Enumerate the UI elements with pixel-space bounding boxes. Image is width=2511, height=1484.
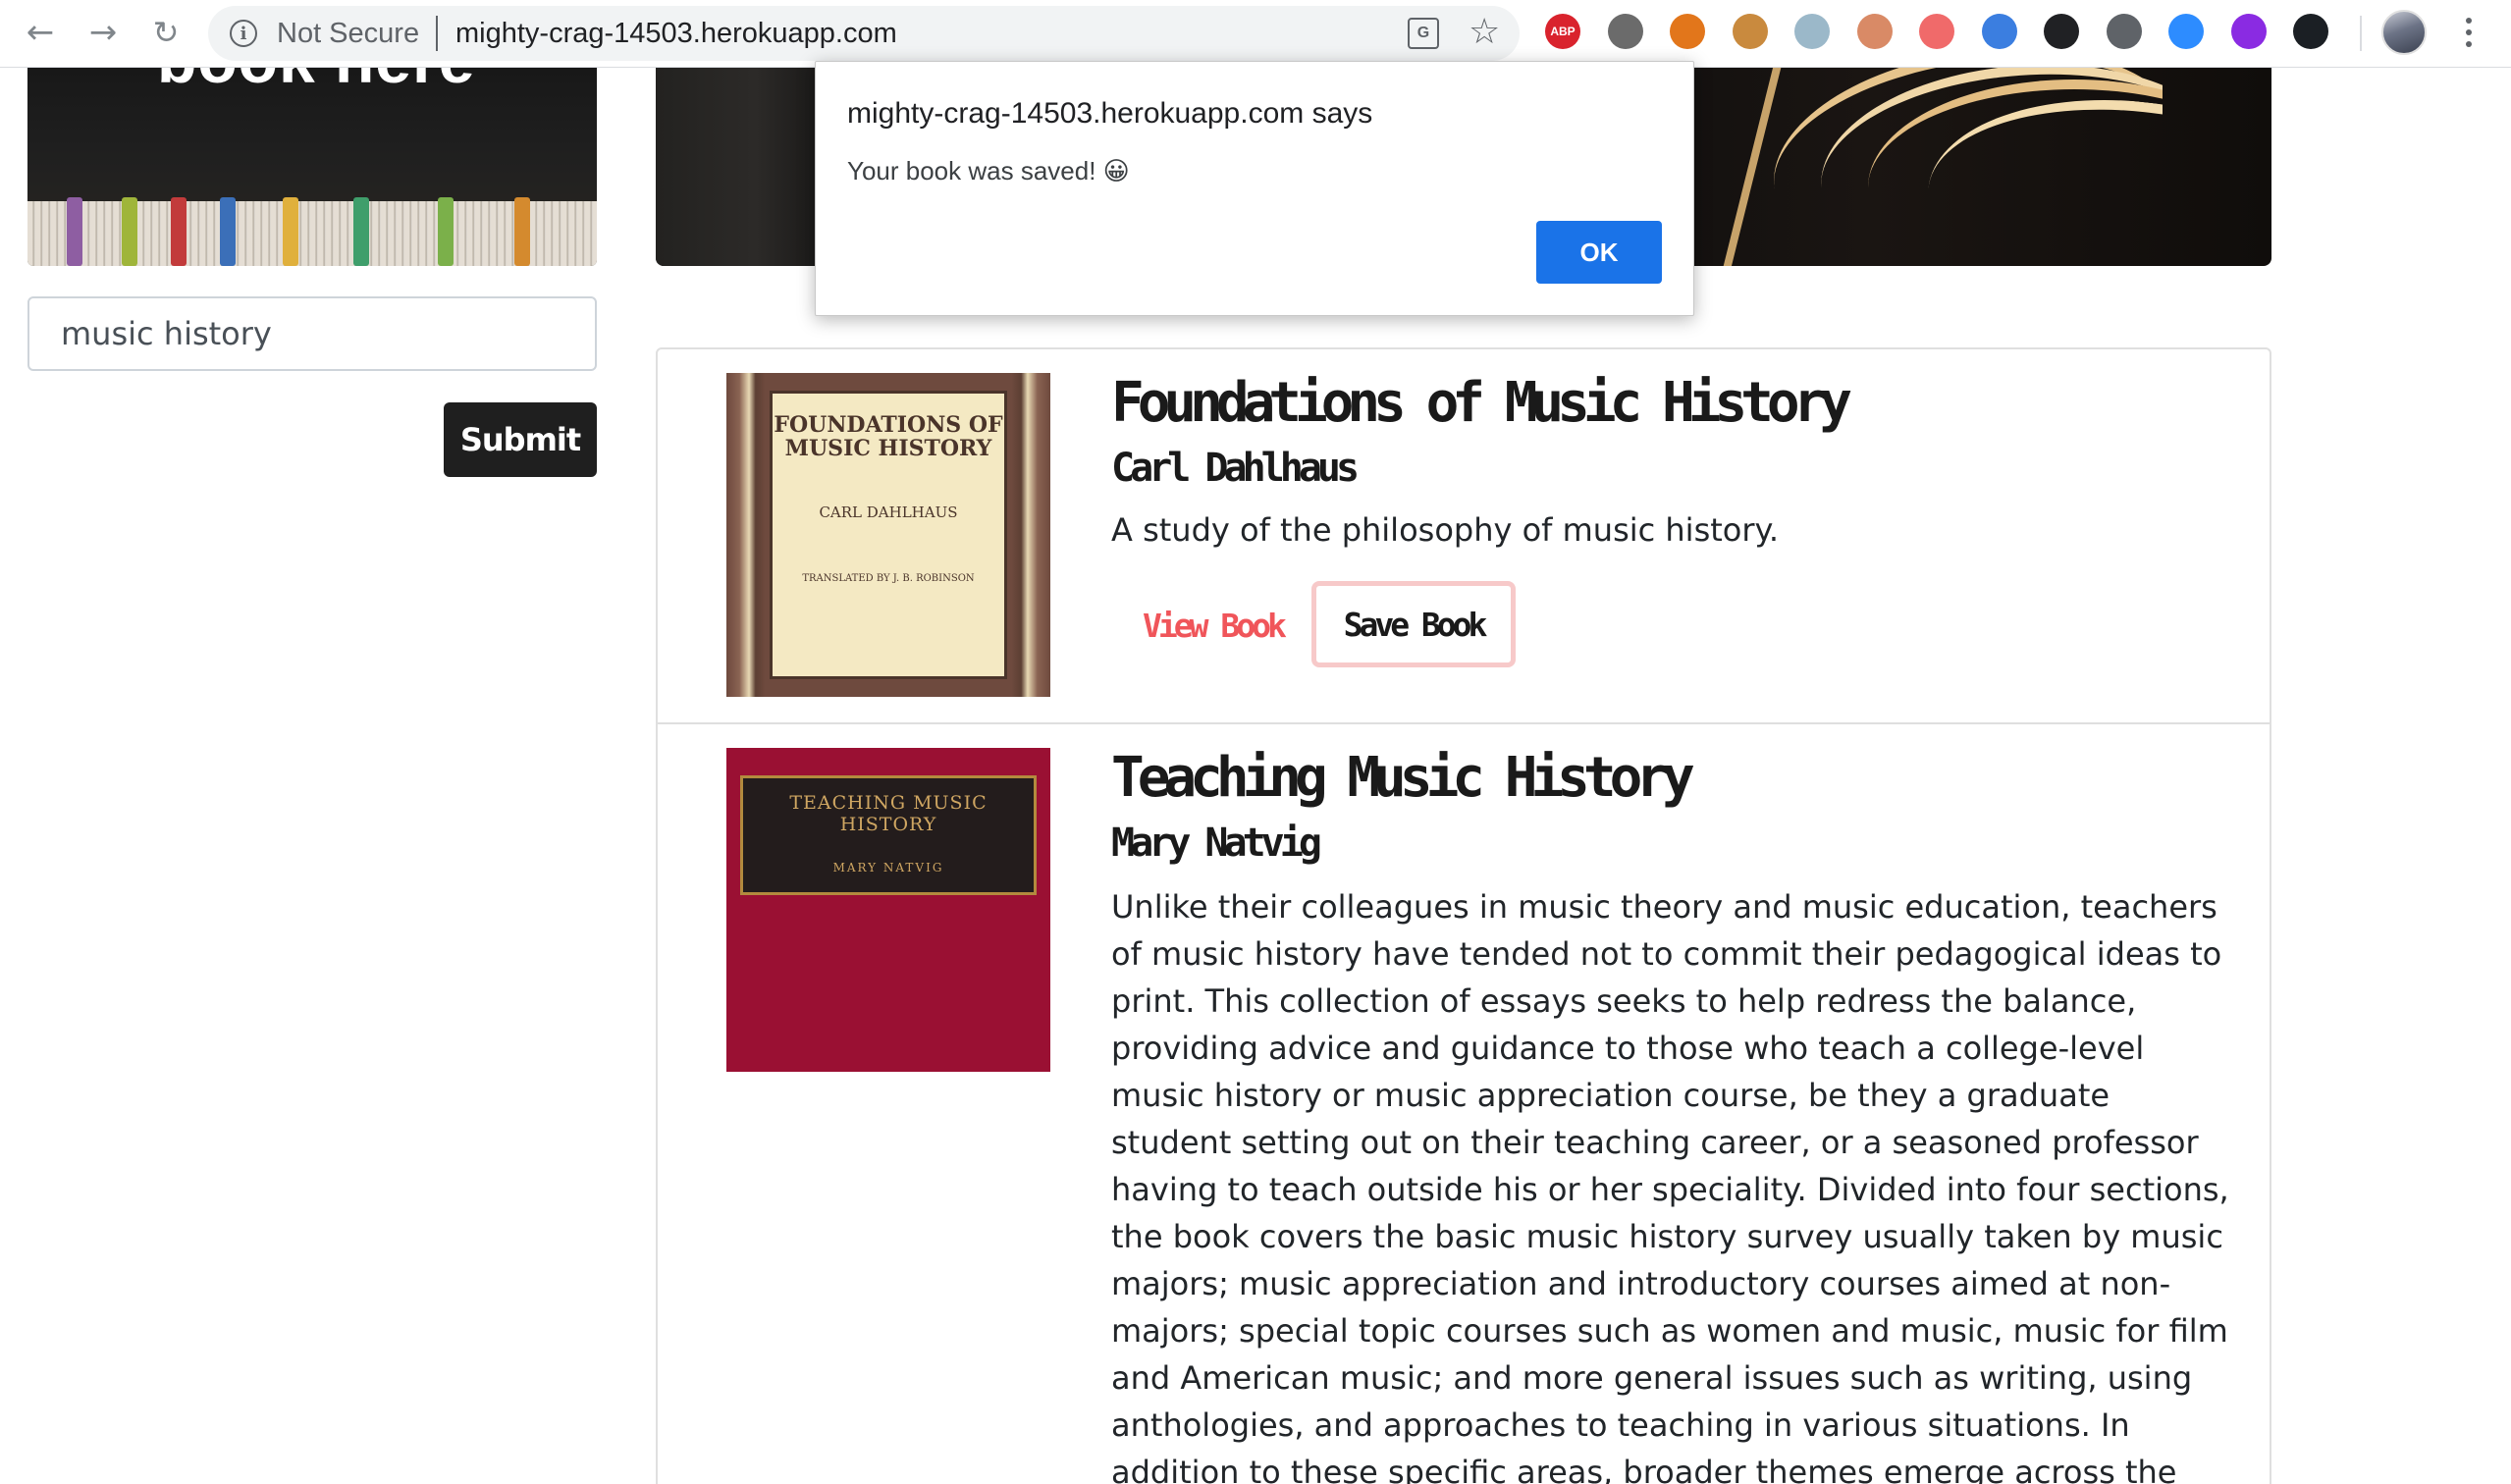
book-cover-image: TEACHING MUSIC HISTORY MARY NATVIG [726, 748, 1050, 1072]
cover-panel: FOUNDATIONS OF MUSIC HISTORY CARL DAHLHA… [770, 391, 1007, 679]
book-spine [438, 197, 454, 266]
eyedropper-icon[interactable] [1982, 14, 2017, 49]
book-card: TEACHING MUSIC HISTORY MARY NATVIG Teach… [658, 722, 2270, 1484]
reload-icon[interactable]: ↻ [143, 10, 188, 55]
book-spine [67, 197, 82, 266]
mask-icon[interactable] [2231, 14, 2267, 49]
cover-panel: TEACHING MUSIC HISTORY MARY NATVIG [740, 775, 1037, 895]
results-list: FOUNDATIONS OF MUSIC HISTORY CARL DAHLHA… [656, 347, 2271, 1484]
forward-arrow-icon[interactable]: → [80, 10, 126, 55]
bulb-icon[interactable] [1794, 14, 1830, 49]
cover-translator: TRANSLATED BY J. B. ROBINSON [802, 573, 975, 584]
search-input-value: music history [61, 315, 272, 352]
dialog-title: mighty-crag-14503.herokuapp.com says [847, 97, 1373, 130]
zoom-icon[interactable] [2168, 14, 2204, 49]
book-spine [283, 197, 298, 266]
book-spine [122, 197, 137, 266]
book-card: FOUNDATIONS OF MUSIC HISTORY CARL DAHLHA… [658, 349, 2270, 722]
book-spine [514, 197, 530, 266]
book-cover-image: FOUNDATIONS OF MUSIC HISTORY CARL DAHLHA… [726, 373, 1050, 697]
address-separator [436, 16, 438, 51]
book-description: A study of the philosophy of music histo… [1111, 511, 1780, 549]
book-title: Foundations of Music History [1111, 371, 1852, 435]
menu-dots-icon[interactable] [2454, 10, 2484, 55]
banner-book-pages [27, 201, 597, 266]
brain-icon[interactable] [1857, 14, 1893, 49]
book-spine [220, 197, 236, 266]
metamask-icon[interactable] [1670, 14, 1705, 49]
bookmark-star-icon[interactable]: ☆ [1469, 12, 1500, 52]
hero-open-book [1750, 68, 2163, 266]
adblock-icon[interactable]: ABP [1545, 14, 1580, 49]
browser-toolbar: ← → ↻ i Not Secure mighty-crag-14503.her… [0, 0, 2511, 68]
sidebar-banner: book here [27, 68, 597, 266]
submit-button[interactable]: Submit [444, 402, 597, 477]
arrow-tag-icon[interactable] [1919, 14, 1954, 49]
cover-title: FOUNDATIONS OF MUSIC HISTORY [774, 412, 1003, 461]
screenshot-icon[interactable] [2044, 14, 2079, 49]
cover-title: TEACHING MUSIC HISTORY [789, 792, 988, 835]
back-arrow-icon[interactable]: ← [18, 10, 63, 55]
save-book-button[interactable]: Save Book [1311, 581, 1516, 667]
book-title: Teaching Music History [1111, 746, 1695, 810]
book-author: Mary Natvig [1111, 821, 1322, 866]
save-book-label: Save Book [1343, 605, 1488, 644]
alert-dialog: mighty-crag-14503.herokuapp.com says You… [815, 61, 1694, 316]
banner-title: book here [157, 68, 475, 97]
dialog-message: Your book was saved! 😀 [847, 156, 1130, 186]
view-book-link[interactable]: View Book [1143, 607, 1287, 645]
cover-author: MARY NATVIG [832, 861, 944, 874]
book-description: Unlike their colleagues in music theory … [1111, 888, 2229, 1484]
toolbar-divider [2360, 16, 2362, 51]
cover-author: CARL DAHLHAUS [819, 504, 958, 521]
hero-lamp-shape [656, 68, 823, 266]
extension-circle-icon[interactable] [1608, 14, 1643, 49]
info-icon[interactable]: i [230, 20, 257, 47]
dialog-ok-button[interactable]: OK [1536, 221, 1662, 284]
cookie-icon[interactable] [1733, 14, 1768, 49]
book-author: Carl Dahlhaus [1111, 446, 1360, 491]
address-bar[interactable]: i Not Secure mighty-crag-14503.herokuapp… [208, 6, 1520, 61]
search-input[interactable]: music history [27, 296, 597, 371]
profile-avatar[interactable] [2381, 10, 2427, 55]
react-devtools-icon[interactable] [2293, 14, 2328, 49]
book-spine [353, 197, 369, 266]
url-text[interactable]: mighty-crag-14503.herokuapp.com [455, 18, 897, 50]
security-status[interactable]: Not Secure [277, 18, 419, 50]
book-spine [171, 197, 187, 266]
code-icon[interactable] [2107, 14, 2142, 49]
translate-icon[interactable]: G [1408, 18, 1439, 49]
